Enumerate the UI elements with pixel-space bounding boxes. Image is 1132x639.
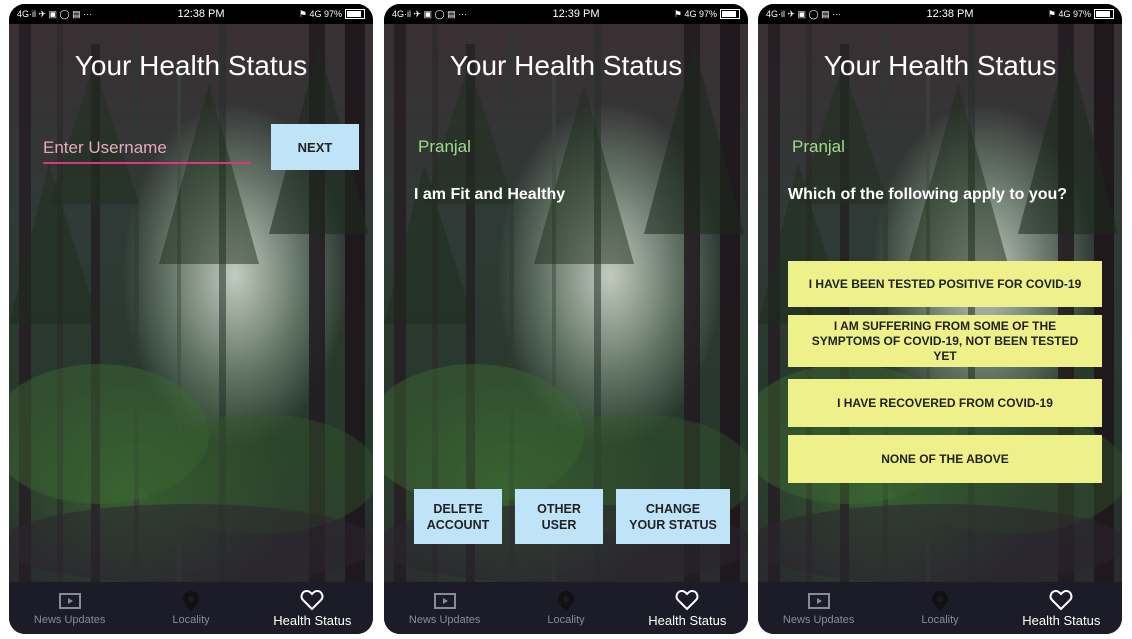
nav-label-news: News Updates bbox=[33, 614, 106, 626]
status-icons-right: ⚑ 4G 97% bbox=[275, 9, 365, 20]
page-title: Your Health Status bbox=[74, 50, 308, 81]
status-icons-left: 4G·il ✈ ▣ ◯ ▤ ··· bbox=[766, 8, 842, 19]
option-label-line: I AM SUFFERING FROM SOME OF THE bbox=[833, 318, 1057, 333]
nav-locality[interactable]: Locality bbox=[130, 582, 251, 634]
status-icons-right: ⚑ 4G 97% bbox=[1024, 9, 1114, 20]
status-icons-left: 4G·il ✈ ▣ ◯ ▤ ··· bbox=[392, 8, 468, 19]
delete-account-button[interactable]: DELETE ACCOUNT bbox=[414, 489, 502, 544]
status-bar: 4G·il ✈ ▣ ◯ ▤ ··· 12:38 PM ⚑ 4G 97% bbox=[758, 4, 1122, 24]
play-icon bbox=[807, 593, 830, 609]
nav-locality[interactable]: Locality bbox=[879, 582, 1000, 634]
location-pin-icon bbox=[557, 591, 574, 611]
nav-news-updates[interactable]: News Updates bbox=[758, 582, 879, 634]
nav-news-updates[interactable]: News Updates bbox=[9, 582, 130, 634]
nav-label-news: News Updates bbox=[408, 614, 481, 626]
play-icon bbox=[58, 593, 81, 609]
battery-text: ⚑ 4G 97% bbox=[298, 8, 342, 19]
option-recovered-button[interactable]: I HAVE RECOVERED FROM COVID-19 bbox=[788, 379, 1102, 427]
status-time: 12:39 PM bbox=[552, 8, 600, 20]
button-label-line: ACCOUNT bbox=[426, 517, 490, 532]
nav-locality[interactable]: Locality bbox=[505, 582, 626, 634]
location-pin-icon bbox=[931, 591, 948, 611]
option-label-line: SYMPTOMS OF COVID-19, NOT BEEN TESTED bbox=[811, 333, 1079, 348]
location-pin-icon bbox=[182, 591, 199, 611]
nav-news-updates[interactable]: News Updates bbox=[384, 582, 505, 634]
battery-text: ⚑ 4G 97% bbox=[1047, 8, 1091, 19]
status-time: 12:38 PM bbox=[177, 8, 225, 20]
bottom-nav: News Updates Locality Health Status bbox=[9, 582, 373, 634]
button-label-line: OTHER bbox=[537, 501, 581, 516]
username-input[interactable] bbox=[43, 134, 251, 164]
battery-icon bbox=[1094, 9, 1114, 20]
next-button[interactable]: NEXT bbox=[271, 124, 359, 170]
phone-screen-login: 4G·il ✈ ▣ ◯ ▤ ··· 12:38 PM ⚑ 4G 97% Your… bbox=[9, 4, 373, 634]
nav-label-locality: Locality bbox=[921, 614, 959, 626]
status-time: 12:38 PM bbox=[926, 8, 974, 20]
user-name: Pranjal bbox=[792, 137, 845, 156]
other-user-button[interactable]: OTHER USER bbox=[515, 489, 603, 544]
nav-health-status[interactable]: Health Status bbox=[1001, 582, 1122, 634]
status-icons-right: ⚑ 4G 97% bbox=[650, 9, 740, 20]
nav-health-status[interactable]: Health Status bbox=[252, 582, 373, 634]
heart-icon bbox=[300, 589, 324, 610]
nav-health-status[interactable]: Health Status bbox=[627, 582, 748, 634]
forest-background bbox=[9, 4, 373, 634]
status-bar: 4G·il ✈ ▣ ◯ ▤ ··· 12:39 PM ⚑ 4G 97% bbox=[384, 4, 748, 24]
heart-icon bbox=[675, 589, 699, 610]
battery-icon bbox=[720, 9, 740, 20]
button-label-line: CHANGE bbox=[645, 501, 701, 516]
change-status-button[interactable]: CHANGE YOUR STATUS bbox=[616, 489, 730, 544]
health-status-text: I am Fit and Healthy bbox=[414, 186, 566, 203]
button-label-line: USER bbox=[541, 517, 577, 532]
option-symptoms-button[interactable]: I AM SUFFERING FROM SOME OF THE SYMPTOMS… bbox=[788, 315, 1102, 367]
nav-label-health: Health Status bbox=[1022, 612, 1101, 628]
play-icon bbox=[433, 593, 456, 609]
nav-label-locality: Locality bbox=[172, 614, 210, 626]
status-icons-left: 4G·il ✈ ▣ ◯ ▤ ··· bbox=[17, 8, 93, 19]
nav-label-health: Health Status bbox=[273, 612, 352, 628]
heart-icon bbox=[1049, 589, 1073, 610]
phone-screen-questionnaire: 4G·il ✈ ▣ ◯ ▤ ··· 12:38 PM ⚑ 4G 97% Your… bbox=[758, 4, 1122, 634]
option-tested-positive-button[interactable]: I HAVE BEEN TESTED POSITIVE FOR COVID-19 bbox=[788, 261, 1102, 307]
page-title: Your Health Status bbox=[449, 50, 683, 81]
page-title: Your Health Status bbox=[823, 50, 1057, 81]
button-label-line: YOUR STATUS bbox=[629, 517, 717, 532]
user-name: Pranjal bbox=[418, 137, 471, 156]
bottom-nav: News Updates Locality Health Status bbox=[758, 582, 1122, 634]
nav-label-news: News Updates bbox=[782, 614, 855, 626]
nav-label-health: Health Status bbox=[648, 612, 727, 628]
option-label-line: YET bbox=[933, 348, 957, 363]
bottom-nav: News Updates Locality Health Status bbox=[384, 582, 748, 634]
status-bar: 4G·il ✈ ▣ ◯ ▤ ··· 12:38 PM ⚑ 4G 97% bbox=[9, 4, 373, 24]
option-none-button[interactable]: NONE OF THE ABOVE bbox=[788, 435, 1102, 483]
button-label-line: DELETE bbox=[433, 501, 483, 516]
phone-screen-status: 4G·il ✈ ▣ ◯ ▤ ··· 12:39 PM ⚑ 4G 97% Your… bbox=[384, 4, 748, 634]
battery-text: ⚑ 4G 97% bbox=[673, 8, 717, 19]
question-text: Which of the following apply to you? bbox=[788, 186, 1068, 203]
battery-icon bbox=[345, 9, 365, 20]
nav-label-locality: Locality bbox=[547, 614, 585, 626]
